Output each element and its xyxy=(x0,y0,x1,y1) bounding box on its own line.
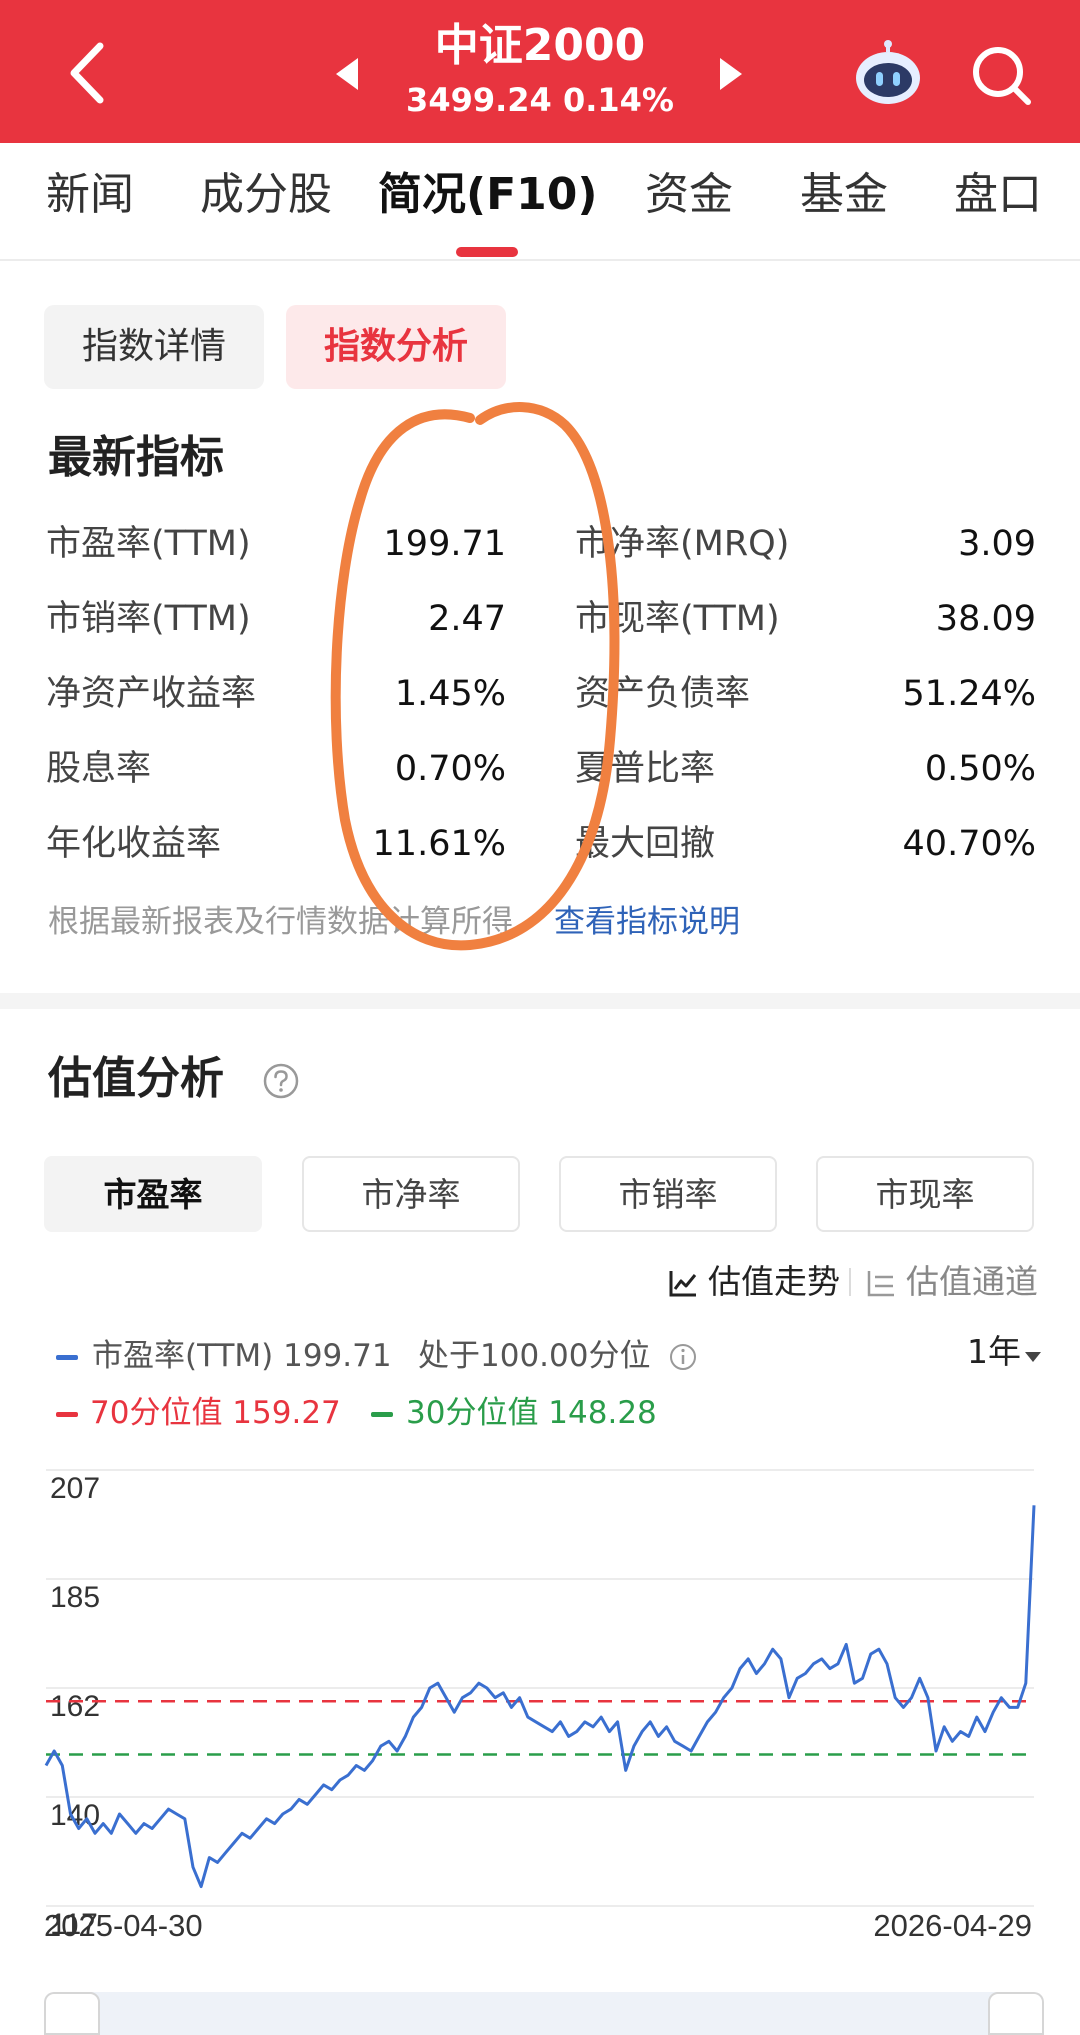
p30-legend-label: 30分位值 148.28 xyxy=(406,1395,657,1431)
pcf-ratio-button[interactable]: 市现率 xyxy=(816,1156,1034,1232)
active-tab-indicator xyxy=(456,247,518,257)
metric-label: 资产负债率 xyxy=(575,674,751,714)
y-tick-label: 185 xyxy=(50,1581,100,1614)
ps-ratio-button[interactable]: 市销率 xyxy=(559,1156,777,1232)
metric-value: 3.09 xyxy=(958,524,1036,564)
pe-ratio-chart[interactable]: 2071851621401172025-04-30 2026-04-29 xyxy=(0,1460,1080,1940)
x-end-label: 2026-04-29 xyxy=(873,1908,1032,1940)
channel-icon xyxy=(866,1268,896,1298)
x-start-label: 2025-04-30 xyxy=(44,1908,203,1940)
p70-legend-label: 70分位值 159.27 xyxy=(90,1395,341,1431)
line-chart-icon xyxy=(668,1268,698,1298)
y-tick-label: 162 xyxy=(50,1690,100,1723)
subtab-index-detail[interactable]: 指数详情 xyxy=(44,305,264,389)
metric-value: 40.70% xyxy=(902,824,1036,864)
tab-order-book[interactable]: 盘口 xyxy=(954,167,1042,223)
metric-value: 38.09 xyxy=(935,599,1036,639)
period-selector[interactable]: 1年 xyxy=(967,1330,1021,1374)
metric-value: 11.61% xyxy=(372,824,506,864)
scroller-handle-right[interactable] xyxy=(988,1992,1044,2035)
metric-label: 夏普比率 xyxy=(575,749,716,789)
metrics-footnote: 根据最新报表及行情数据计算所得 xyxy=(48,904,513,940)
metric-label: 市现率(TTM) xyxy=(575,599,780,639)
metric-label: 市净率(MRQ) xyxy=(575,524,790,564)
percentile-position: 处于100.00分位 xyxy=(418,1338,651,1374)
top-bar: 中证2000 3499.24 0.14% xyxy=(0,0,1080,143)
metric-label: 市盈率(TTM) xyxy=(46,524,251,564)
pb-ratio-button[interactable]: 市净率 xyxy=(302,1156,520,1232)
pe-ratio-button[interactable]: 市盈率 xyxy=(44,1156,262,1232)
caret-down-icon xyxy=(1024,1348,1042,1362)
metric-label: 股息率 xyxy=(46,749,152,789)
next-index-button[interactable] xyxy=(716,56,746,92)
metric-value: 51.24% xyxy=(902,674,1036,714)
search-icon xyxy=(973,47,1031,105)
y-tick-label: 207 xyxy=(50,1472,100,1505)
valuation-trend-toggle[interactable]: 估值走势 xyxy=(708,1258,840,1306)
range-scroller[interactable] xyxy=(44,1992,1044,2035)
metrics-explanation-link[interactable]: 查看指标说明 xyxy=(554,900,740,944)
triangle-right-icon xyxy=(720,58,742,90)
series-legend-swatch xyxy=(56,1355,78,1360)
pe-series-line xyxy=(44,1505,1036,1889)
metric-value: 1.45% xyxy=(394,674,506,714)
tab-news[interactable]: 新闻 xyxy=(46,167,134,223)
help-icon[interactable] xyxy=(262,1062,300,1100)
tab-bar: 新闻 成分股 简况(F10) 资金 基金 盘口 xyxy=(0,143,1080,261)
valuation-channel-toggle[interactable]: 估值通道 xyxy=(906,1258,1038,1306)
search-button[interactable] xyxy=(968,42,1034,108)
p70-legend-swatch xyxy=(56,1412,78,1417)
scroller-handle-left[interactable] xyxy=(44,1992,100,2035)
assistant-button[interactable] xyxy=(852,38,924,110)
metric-value: 0.50% xyxy=(924,749,1036,789)
latest-metrics-title: 最新指标 xyxy=(48,432,224,483)
metric-label: 净资产收益率 xyxy=(46,674,257,714)
metric-label: 最大回撤 xyxy=(575,824,716,864)
metric-label: 年化收益率 xyxy=(46,824,222,864)
robot-icon xyxy=(856,40,920,104)
tab-fund[interactable]: 基金 xyxy=(800,167,888,223)
metric-label: 市销率(TTM) xyxy=(46,599,251,639)
p30-legend-swatch xyxy=(371,1412,393,1417)
toggle-separator xyxy=(849,1268,851,1296)
section-divider xyxy=(0,993,1080,1009)
tab-funds-flow[interactable]: 资金 xyxy=(645,167,733,223)
tab-f10[interactable]: 简况(F10) xyxy=(378,167,598,223)
subtab-index-analysis[interactable]: 指数分析 xyxy=(286,305,506,389)
metric-value: 2.47 xyxy=(428,599,506,639)
metric-value: 199.71 xyxy=(383,524,506,564)
tab-constituents[interactable]: 成分股 xyxy=(200,167,332,223)
series-legend-label: 市盈率(TTM) 199.71 xyxy=(92,1338,392,1374)
metric-value: 0.70% xyxy=(394,749,506,789)
valuation-title: 估值分析 xyxy=(48,1053,224,1104)
info-icon[interactable] xyxy=(668,1342,698,1372)
